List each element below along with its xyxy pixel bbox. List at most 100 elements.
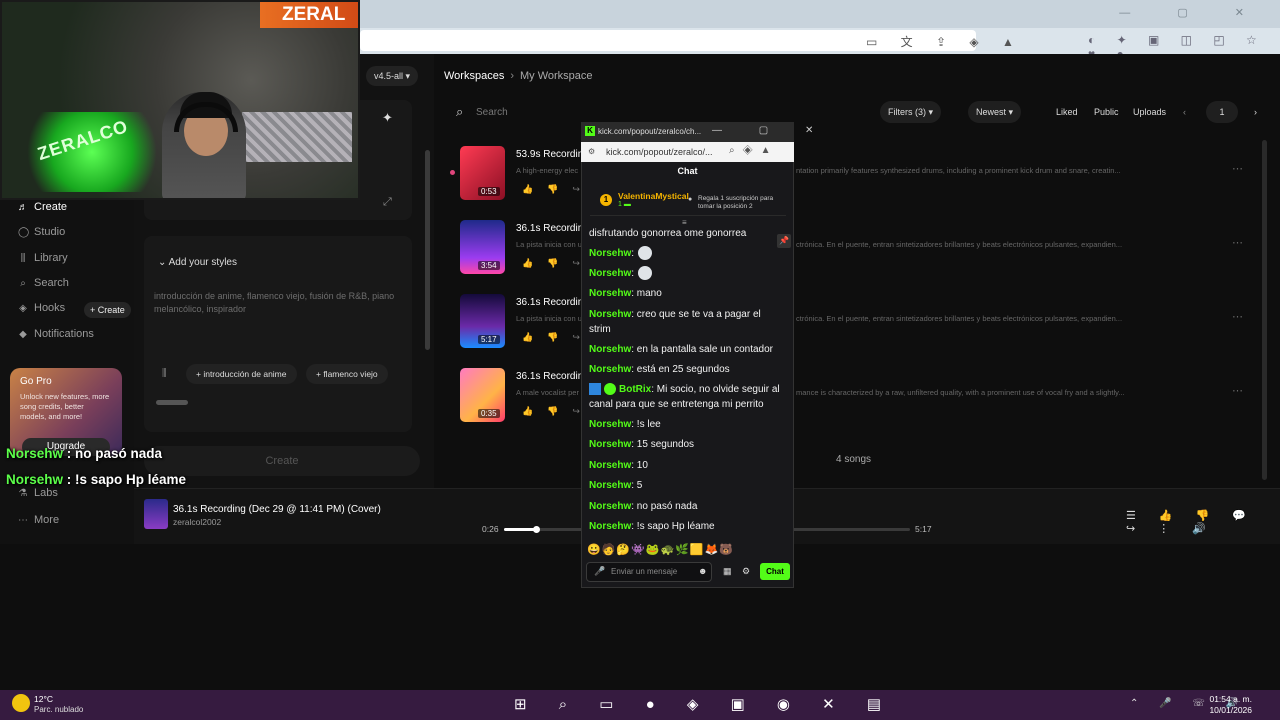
search-field[interactable] xyxy=(444,100,874,124)
styles-input[interactable]: introducción de anime, flamenco viejo, f… xyxy=(154,290,404,316)
player-controls[interactable]: ☰ 👍 👎 💬 ↪ ⋮ 🔊 xyxy=(1126,509,1280,535)
clock-date[interactable]: 10/01/2026 xyxy=(1208,705,1252,715)
magic-wand-icon[interactable]: ✦ xyxy=(382,110,393,126)
filters-button[interactable]: Filters (3) ▾ xyxy=(880,101,942,123)
chat-input-placeholder[interactable]: Enviar un mensaje xyxy=(611,567,677,576)
chat-user[interactable]: Norsehw xyxy=(589,268,631,279)
recent-emotes[interactable]: 😀🧑🤔👾🐸🐢🌿🟨🦊🐻 xyxy=(587,543,734,556)
microphone-icon[interactable]: 🎤 xyxy=(594,566,605,577)
song-row[interactable]: 5:17 36.1s Recording La pista inicia con… xyxy=(460,294,1260,354)
breadcrumb-root[interactable]: Workspaces xyxy=(444,70,504,82)
player-title[interactable]: 36.1s Recording (Dec 29 @ 11:41 PM) (Cov… xyxy=(173,504,381,515)
sidebar-item-notifications[interactable]: ◆ Notifications xyxy=(18,328,94,340)
library-icon[interactable]: ⫼ xyxy=(162,368,167,379)
song-title[interactable]: 53.9s Recording xyxy=(516,149,589,160)
chat-user[interactable]: Norsehw xyxy=(589,460,631,471)
chat-user[interactable]: Norsehw xyxy=(589,364,631,375)
prev-page-icon[interactable]: ‹ xyxy=(1183,107,1186,117)
bell-icon: ◆ xyxy=(19,328,27,340)
song-row[interactable]: 0:35 36.1s Recording A male vocalist per… xyxy=(460,368,1260,428)
chat-user[interactable]: Norsehw xyxy=(589,309,631,320)
gift-icon[interactable]: ▦ xyxy=(723,566,732,577)
song-title[interactable]: 36.1s Recording xyxy=(516,223,589,234)
style-chip[interactable]: + flamenco viejo xyxy=(306,364,388,384)
window-controls[interactable]: — ▢ ✕ xyxy=(1119,6,1266,19)
page-number[interactable]: 1 xyxy=(1206,101,1238,123)
chat-message: Norsehw: 10 xyxy=(589,458,785,473)
styles-header[interactable]: ⌄ Add your styles xyxy=(158,257,237,268)
chat-text: : xyxy=(631,268,635,279)
chat-user[interactable]: Norsehw xyxy=(589,480,631,491)
emoji-icon[interactable]: ☻ xyxy=(698,566,707,576)
expand-icon[interactable]: ⤢ xyxy=(383,196,392,209)
kick-logo-icon: K xyxy=(585,126,595,136)
taskbar-apps[interactable]: ⊞ ⌕ ▭ ● ◈ ▣ ◉ ✕ ▤ xyxy=(514,695,895,713)
panel-scrollbar[interactable] xyxy=(425,150,430,350)
song-row[interactable]: 0:53 53.9s Recording A high-energy elec … xyxy=(460,146,1260,206)
sidebar-item-library[interactable]: ⫼ Library xyxy=(18,252,68,264)
horizontal-scrollbar[interactable] xyxy=(156,400,188,405)
more-icon[interactable]: ⋯ xyxy=(1232,162,1243,175)
model-version-select[interactable]: v4.5-all ▾ xyxy=(366,66,419,86)
sidebar-item-hooks[interactable]: ◈ Hooks xyxy=(18,302,65,314)
sidebar-item-studio[interactable]: ◯ Studio xyxy=(18,226,65,238)
song-duration: 0:53 xyxy=(478,187,500,196)
sidebar-item-label: Notifications xyxy=(34,328,94,340)
song-duration: 0:35 xyxy=(478,409,500,418)
sort-button[interactable]: Newest ▾ xyxy=(968,101,1022,123)
more-icon: ⋯ xyxy=(18,514,28,526)
chat-user[interactable]: BotRix xyxy=(619,384,651,395)
song-description: A high-energy elec xyxy=(516,166,579,175)
sidebar-item-create[interactable]: ♬ Create xyxy=(18,201,67,213)
hooks-create-button[interactable]: + Create xyxy=(84,302,131,318)
breadcrumb-current: My Workspace xyxy=(520,70,593,82)
chat-text: : xyxy=(631,248,635,259)
song-title[interactable]: 36.1s Recording xyxy=(516,297,589,308)
chat-user[interactable]: Norsehw xyxy=(589,288,631,299)
uploads-filter[interactable]: Uploads xyxy=(1133,107,1166,117)
site-info-icon[interactable]: ⚙ xyxy=(588,147,595,156)
chat-user[interactable]: Norsehw xyxy=(589,521,631,532)
more-icon[interactable]: ⋯ xyxy=(1232,236,1243,249)
popout-window-controls[interactable]: — ▢ ✕ xyxy=(712,125,830,136)
clock-time[interactable]: 01:54 a. m. xyxy=(1208,694,1252,704)
chat-message: Norsehw: xyxy=(589,246,785,261)
song-description: A male vocalist per xyxy=(516,388,579,397)
song-row[interactable]: 3:54 36.1s Recording La pista inicia con… xyxy=(460,220,1260,280)
next-page-icon[interactable]: › xyxy=(1254,107,1257,117)
weather-temperature[interactable]: 12°C xyxy=(34,694,53,704)
weather-icon[interactable] xyxy=(12,694,30,712)
chat-user[interactable]: Norsehw xyxy=(589,439,631,450)
style-chip[interactable]: + introducción de anime xyxy=(186,364,297,384)
weather-description[interactable]: Parc. nublado xyxy=(34,705,83,714)
gear-icon[interactable]: ⚙ xyxy=(742,566,750,577)
sidebar-item-more[interactable]: ⋯ More xyxy=(18,514,59,526)
chat-user[interactable]: Norsehw xyxy=(589,248,631,259)
sidebar-item-labs[interactable]: ⚗ Labs xyxy=(18,487,58,499)
song-title[interactable]: 36.1s Recording xyxy=(516,371,589,382)
popout-url-actions[interactable]: ⌕◈▲ xyxy=(729,145,779,156)
song-duration: 3:54 xyxy=(478,261,500,270)
song-description-tail: ctrónica. En el puente, entran sintetiza… xyxy=(796,314,1123,323)
sidebar-item-search[interactable]: ⌕ Search xyxy=(18,277,69,289)
popout-url[interactable]: kick.com/popout/zeralco/... xyxy=(606,147,713,157)
overlay-chat-text: : no pasó nada xyxy=(63,446,163,461)
liked-filter[interactable]: Liked xyxy=(1056,107,1078,117)
search-input[interactable]: Search xyxy=(476,107,508,118)
chat-user[interactable]: Norsehw xyxy=(589,501,631,512)
go-pro-title: Go Pro xyxy=(20,376,52,387)
more-icon[interactable]: ⋯ xyxy=(1232,384,1243,397)
workspace-scrollbar[interactable] xyxy=(1262,140,1267,480)
address-bar-icons[interactable]: ▭ 文 ⇪ ◈ ▲ xyxy=(866,33,1024,50)
song-duration: 5:17 xyxy=(478,335,500,344)
more-icon[interactable]: ⋯ xyxy=(1232,310,1243,323)
pinned-user[interactable]: ValentinaMystical xyxy=(618,191,689,201)
public-filter[interactable]: Public xyxy=(1094,107,1119,117)
overlay-chat-line: Norsehw : no pasó nada xyxy=(6,446,162,461)
chat-user[interactable]: Norsehw xyxy=(589,419,631,430)
chat-user[interactable]: Norsehw xyxy=(589,344,631,355)
chevron-down-icon: ⌄ xyxy=(158,257,169,268)
chat-send-button[interactable]: Chat xyxy=(760,563,790,580)
player-artist[interactable]: zeralcol2002 xyxy=(173,517,221,527)
player-cover[interactable] xyxy=(144,499,168,529)
